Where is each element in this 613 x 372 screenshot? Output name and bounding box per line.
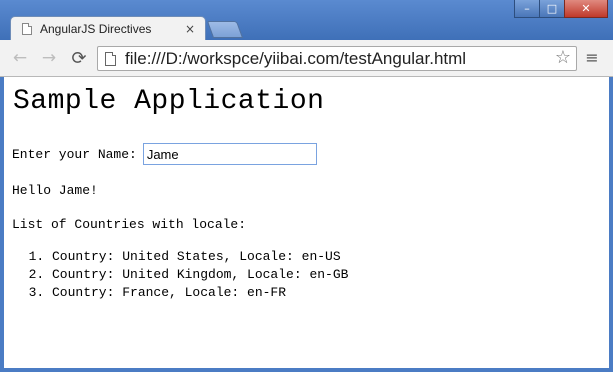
- page-content: Sample Application Enter your Name: Hell…: [4, 77, 609, 368]
- page-icon: [22, 22, 32, 35]
- country-list: Country: United States, Locale: en-US Co…: [12, 248, 348, 302]
- greeting-text: Hello Jame!: [12, 183, 98, 198]
- maximize-button[interactable]: □: [539, 0, 565, 18]
- reload-icon[interactable]: ⟳: [68, 48, 90, 69]
- name-form-row: Enter your Name:: [12, 143, 317, 165]
- title-bar: – □ ✕ AngularJS Directives ×: [0, 0, 613, 40]
- browser-tab[interactable]: AngularJS Directives ×: [10, 16, 206, 40]
- close-window-button[interactable]: ✕: [564, 0, 608, 18]
- file-icon: [105, 52, 116, 66]
- name-input[interactable]: [142, 143, 317, 165]
- menu-icon[interactable]: ≡: [583, 49, 601, 67]
- window-frame-bottom: [0, 368, 613, 372]
- browser-toolbar: ← → ⟳ file:///D:/workspce/yiibai.com/tes…: [0, 40, 613, 77]
- country-list-title: List of Countries with locale:: [12, 217, 247, 232]
- tab-close-icon[interactable]: ×: [183, 22, 197, 36]
- window-controls: – □ ✕: [514, 0, 608, 19]
- new-tab-button[interactable]: [206, 21, 244, 38]
- name-label: Enter your Name:: [12, 146, 137, 162]
- list-item: Country: United States, Locale: en-US: [52, 248, 348, 266]
- forward-arrow-icon[interactable]: →: [38, 48, 60, 68]
- browser-window: – □ ✕ AngularJS Directives × ← → ⟳ file:…: [0, 0, 613, 372]
- bookmark-star-icon[interactable]: ☆: [555, 47, 571, 68]
- minimize-button[interactable]: –: [514, 0, 540, 18]
- address-bar[interactable]: file:///D:/workspce/yiibai.com/testAngul…: [97, 46, 577, 71]
- list-item: Country: France, Locale: en-FR: [52, 284, 348, 302]
- url-text[interactable]: file:///D:/workspce/yiibai.com/testAngul…: [125, 49, 466, 69]
- list-item: Country: United Kingdom, Locale: en-GB: [52, 266, 348, 284]
- page-title: Sample Application: [13, 86, 325, 117]
- window-frame-right: [609, 77, 613, 372]
- tab-title: AngularJS Directives: [40, 21, 152, 36]
- back-arrow-icon[interactable]: ←: [9, 48, 31, 68]
